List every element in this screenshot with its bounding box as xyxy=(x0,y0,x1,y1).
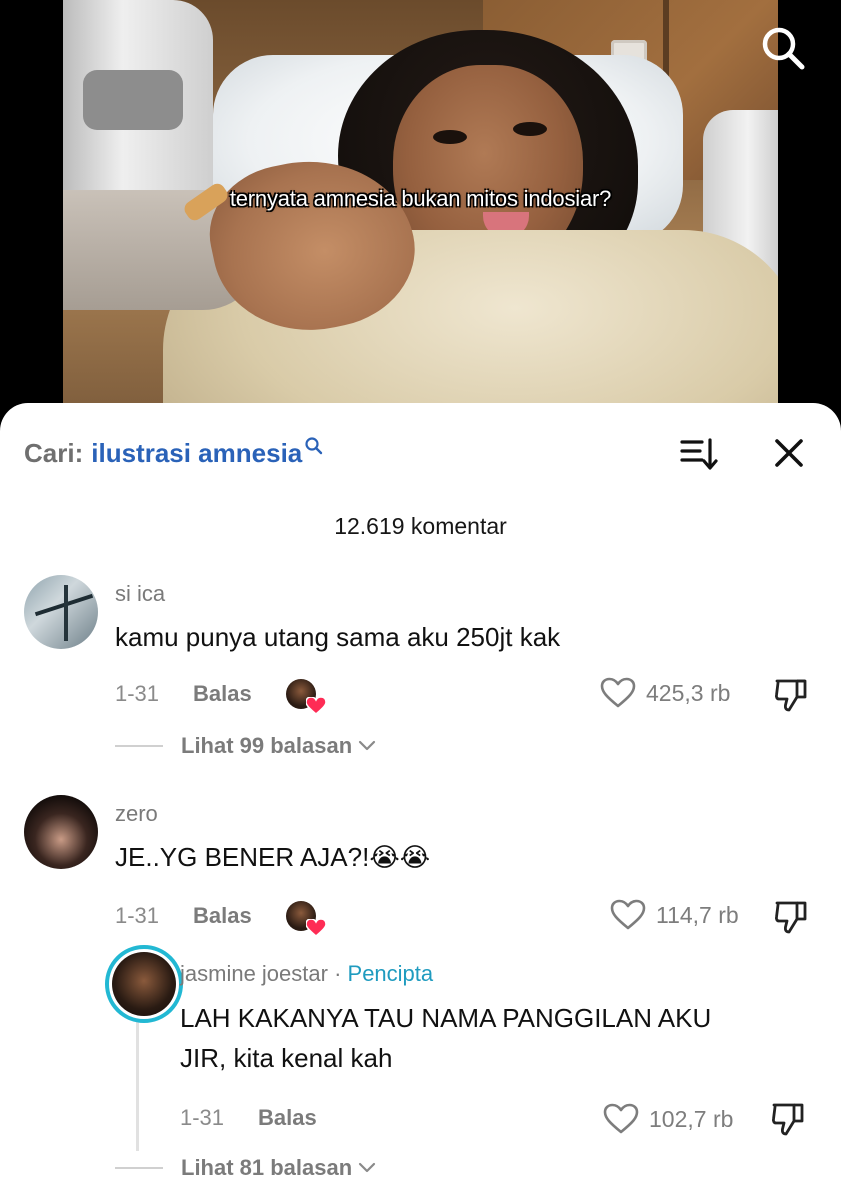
divider xyxy=(115,745,163,747)
view-replies-label: Lihat 81 balasan xyxy=(181,1155,353,1180)
video-eye-left xyxy=(433,130,467,144)
chevron-down-icon xyxy=(359,740,376,751)
search-term-link[interactable]: ilustrasi amnesia xyxy=(91,438,302,469)
comment-count: 12.619 komentar xyxy=(334,513,507,539)
reply-text-line: LAH KAKANYA TAU NAMA PANGGILAN AKU xyxy=(180,1003,712,1033)
comment-username[interactable]: zero xyxy=(115,801,158,827)
search-prefix: Cari: xyxy=(24,437,84,468)
creator-badge: Pencipta xyxy=(347,961,434,986)
comment-meta: 1-31 Balas xyxy=(115,901,326,937)
close-icon[interactable] xyxy=(770,434,808,472)
like-button[interactable]: 425,3 rb xyxy=(600,677,730,709)
video-eye-right xyxy=(513,122,547,136)
heart-outline-icon xyxy=(610,899,646,930)
reply-date: 1-31 xyxy=(180,1105,225,1130)
thumbs-down-icon[interactable] xyxy=(773,677,809,713)
heart-outline-icon xyxy=(600,677,636,708)
comments-panel: Cari: ilustrasi amnesia 12.619 komentar … xyxy=(0,403,841,1200)
avatar[interactable] xyxy=(24,795,98,869)
reply-separator: · xyxy=(327,961,348,986)
chevron-down-icon xyxy=(359,1162,376,1173)
search-icon[interactable] xyxy=(759,24,807,72)
creator-avatar[interactable] xyxy=(105,945,183,1023)
video-frame xyxy=(63,0,778,430)
view-replies-button[interactable]: Lihat 81 balasan xyxy=(115,1155,376,1181)
thumbs-down-icon[interactable] xyxy=(770,1101,806,1137)
heart-icon xyxy=(305,919,326,937)
reply-button[interactable]: Balas xyxy=(193,903,252,929)
reply-button[interactable]: Balas xyxy=(193,681,252,707)
video-caption: ternyata amnesia bukan mitos indosiar? xyxy=(229,186,612,211)
view-replies-button[interactable]: Lihat 99 balasan xyxy=(115,733,376,759)
comment-text: kamu punya utang sama aku 250jt kak xyxy=(115,622,561,652)
reply-text-line: JIR, kita kenal kah xyxy=(180,1043,393,1073)
reply-thread-line xyxy=(136,1019,139,1151)
like-count: 102,7 rb xyxy=(649,1105,734,1132)
heart-outline-icon xyxy=(603,1103,639,1134)
comment-date: 1-31 xyxy=(115,903,160,928)
reply-button[interactable]: Balas xyxy=(258,1105,317,1131)
like-count: 114,7 rb xyxy=(656,901,739,928)
reply-username-text: jasmine joestar xyxy=(180,961,328,986)
search-suggestion[interactable]: Cari: ilustrasi amnesia xyxy=(24,433,324,473)
heart-icon xyxy=(305,697,326,715)
like-button[interactable]: 114,7 rb xyxy=(610,899,739,931)
video-player[interactable]: ternyata amnesia bukan mitos indosiar? xyxy=(0,0,841,430)
comment-meta: 1-31 Balas xyxy=(115,679,326,715)
comment-date: 1-31 xyxy=(115,681,160,706)
view-replies-label: Lihat 99 balasan xyxy=(181,733,353,758)
creator-liked-avatar xyxy=(285,679,326,715)
comment-text: JE..YG BENER AJA?!😭😭 xyxy=(115,842,431,872)
like-button[interactable]: 102,7 rb xyxy=(603,1103,733,1135)
reply-meta: 1-31 Balas xyxy=(180,1105,317,1131)
reply-username[interactable]: jasmine joestar · Pencipta xyxy=(180,961,433,987)
like-count: 425,3 rb xyxy=(646,679,731,706)
comment-username[interactable]: si ica xyxy=(115,581,165,607)
avatar[interactable] xyxy=(24,575,98,649)
thumbs-down-icon[interactable] xyxy=(773,899,809,935)
reply-text: LAH KAKANYA TAU NAMA PANGGILAN AKU JIR, … xyxy=(180,998,711,1078)
sort-icon[interactable] xyxy=(680,436,720,472)
search-icon xyxy=(304,432,324,463)
creator-liked-avatar xyxy=(285,901,326,937)
divider xyxy=(115,1167,163,1169)
